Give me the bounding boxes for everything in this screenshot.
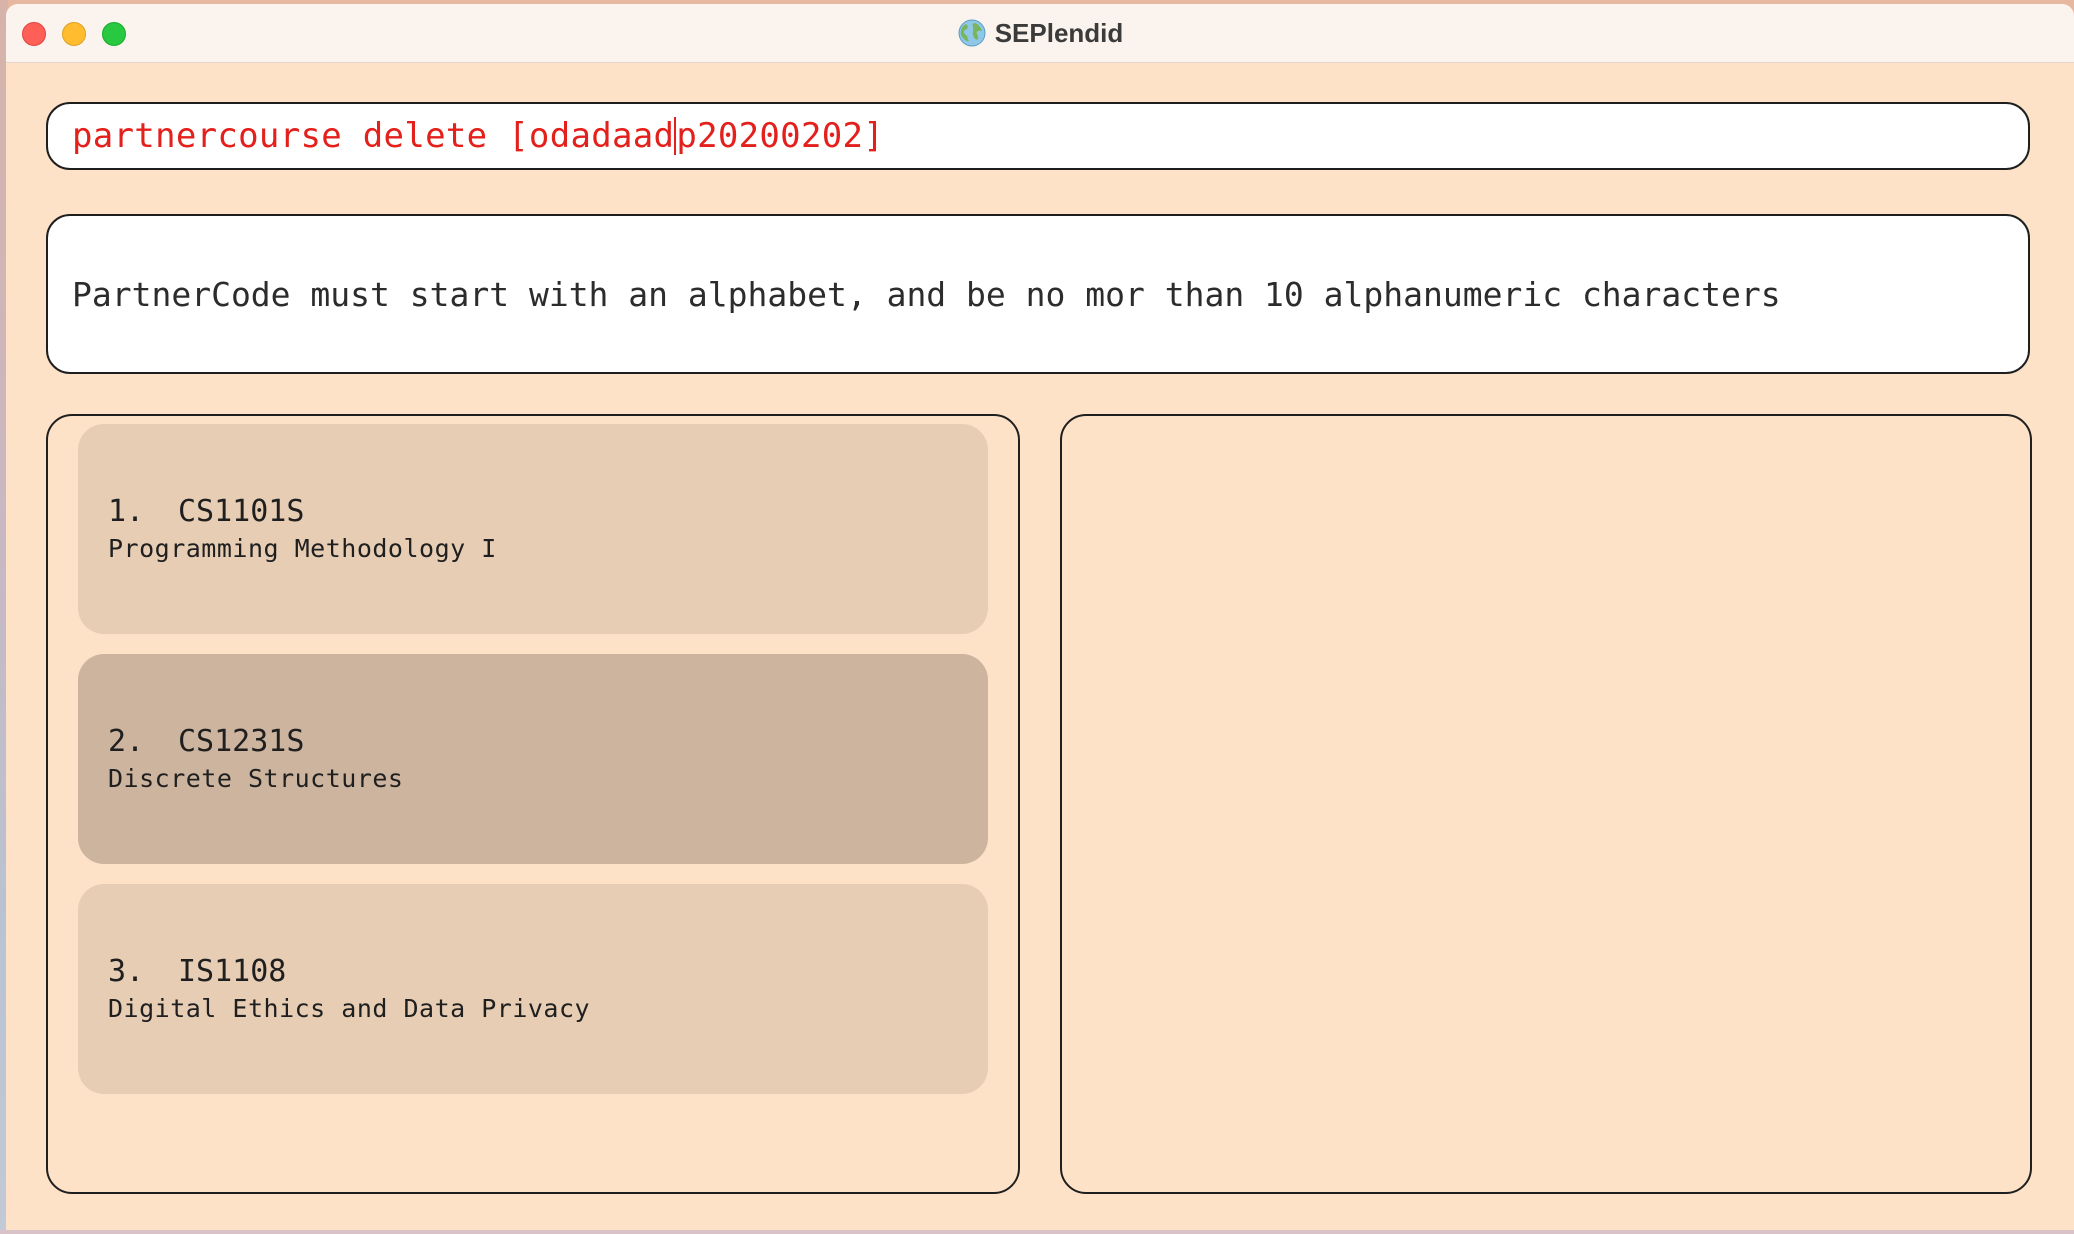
- command-input[interactable]: partnercourse delete [odadaad p20200202]: [46, 102, 2030, 170]
- course-index: 1.: [108, 494, 145, 529]
- title-bar[interactable]: SEPlendid: [6, 4, 2074, 63]
- course-code: CS1231S: [178, 724, 305, 759]
- course-card[interactable]: 3. IS1108 Digital Ethics and Data Privacy: [78, 884, 988, 1094]
- course-card-header: 2. CS1231S: [108, 724, 304, 759]
- course-name: Discrete Structures: [108, 764, 404, 793]
- course-name: Digital Ethics and Data Privacy: [108, 994, 591, 1023]
- course-index: 3.: [108, 954, 145, 989]
- course-card[interactable]: 1. CS1101S Programming Methodology I: [78, 424, 988, 634]
- result-display: PartnerCode must start with an alphabet,…: [46, 214, 2030, 374]
- detail-panel: [1060, 414, 2032, 1194]
- command-text-before-caret: partnercourse delete [odadaad: [72, 116, 675, 156]
- window-title: SEPlendid: [994, 17, 1124, 48]
- course-code: CS1101S: [178, 494, 305, 529]
- globe-icon: [958, 19, 986, 47]
- course-index: 2.: [108, 724, 145, 759]
- course-card-header: 3. IS1108: [108, 954, 286, 989]
- result-message: PartnerCode must start with an alphabet,…: [72, 274, 1781, 314]
- course-card-header: 1. CS1101S: [108, 494, 304, 529]
- app-window: SEPlendid partnercourse delete [odadaad p…: [6, 4, 2074, 1232]
- course-card-selected[interactable]: 2. CS1231S Discrete Structures: [78, 654, 988, 864]
- course-list-panel[interactable]: 1. CS1101S Programming Methodology I 2. CS…: [46, 414, 1020, 1194]
- command-text-after-caret: p20200202]: [676, 116, 885, 156]
- course-code: IS1108: [178, 954, 287, 989]
- window-title-group: SEPlendid: [6, 4, 2074, 62]
- desktop-background-bottom: [0, 1230, 2074, 1234]
- course-name: Programming Methodology I: [108, 534, 497, 563]
